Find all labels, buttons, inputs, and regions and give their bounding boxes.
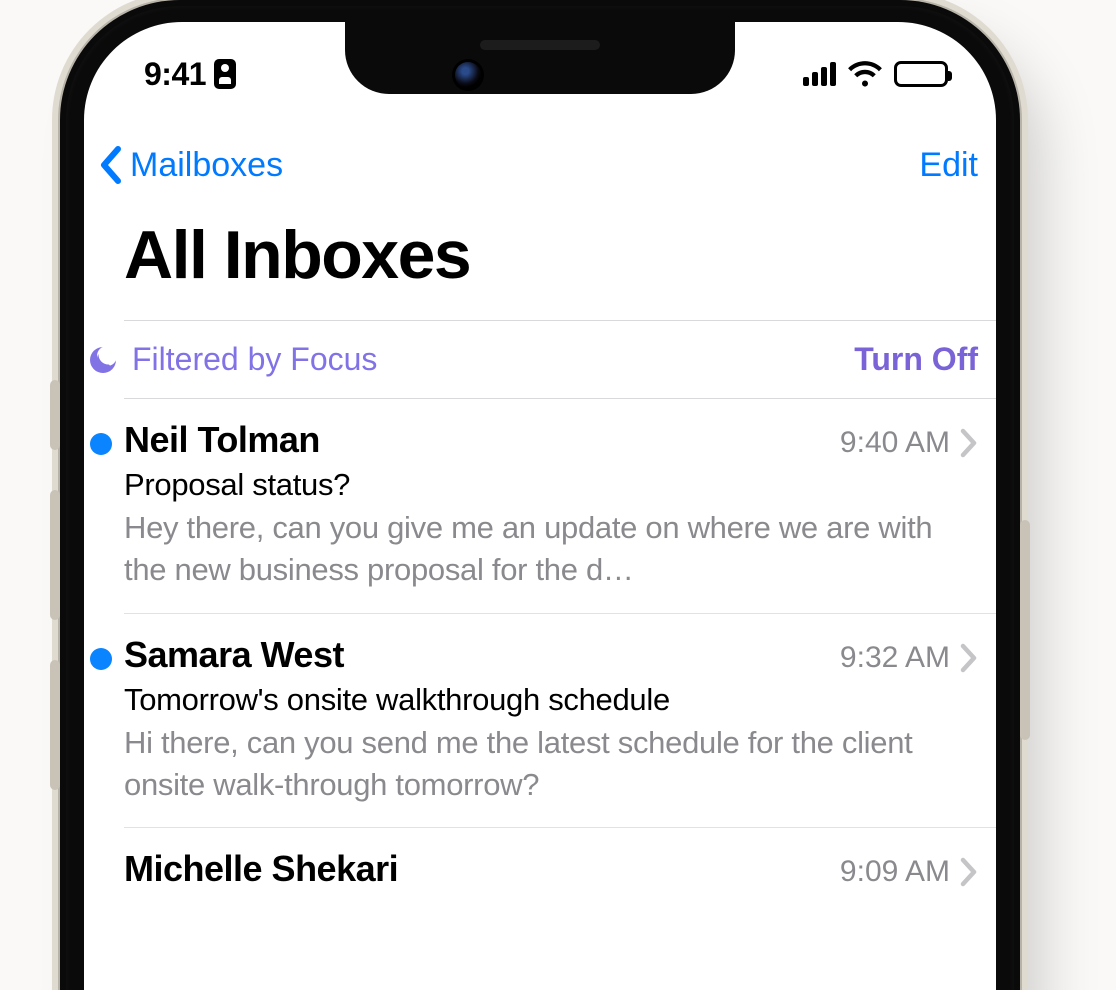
navigation-bar: Mailboxes Edit: [84, 128, 996, 198]
notch: [345, 22, 735, 94]
message-subject: Tomorrow's onsite walkthrough schedule: [124, 682, 978, 718]
message-time: 9:32 AM: [840, 641, 950, 675]
chevron-right-icon: [960, 643, 978, 673]
cellular-signal-icon: [803, 62, 836, 86]
unread-dot-icon: [90, 648, 112, 670]
portrait-lock-icon: [214, 59, 236, 89]
power-button: [1020, 520, 1030, 740]
wifi-icon: [848, 61, 882, 87]
volume-up-button: [50, 490, 60, 620]
unread-dot-icon: [90, 433, 112, 455]
message-preview: Hi there, can you send me the latest sch…: [124, 722, 978, 806]
message-sender: Samara West: [124, 634, 344, 676]
phone-frame: 9:41: [60, 0, 1020, 990]
front-camera: [455, 62, 481, 88]
status-time: 9:41: [144, 56, 206, 93]
chevron-right-icon: [960, 857, 978, 887]
battery-icon: [894, 61, 948, 87]
focus-filter-bar: Filtered by Focus Turn Off: [124, 320, 996, 399]
mail-app: Mailboxes Edit All Inboxes: [84, 128, 996, 990]
edit-button[interactable]: Edit: [919, 146, 978, 185]
focus-filter-label: Filtered by Focus: [132, 341, 377, 378]
message-sender: Michelle Shekari: [124, 848, 398, 890]
message-time: 9:09 AM: [840, 855, 950, 889]
chevron-left-icon: [94, 143, 130, 187]
message-row[interactable]: Neil Tolman 9:40 AM Proposal status? Hey…: [124, 399, 996, 614]
message-row[interactable]: Samara West 9:32 AM Tomorrow's onsite wa…: [124, 614, 996, 829]
moon-icon: [88, 345, 118, 375]
message-time: 9:40 AM: [840, 426, 950, 460]
turn-off-focus-button[interactable]: Turn Off: [854, 341, 978, 378]
message-list[interactable]: Neil Tolman 9:40 AM Proposal status? Hey…: [124, 399, 996, 912]
back-button[interactable]: Mailboxes: [94, 143, 283, 187]
back-label: Mailboxes: [130, 146, 283, 185]
chevron-right-icon: [960, 428, 978, 458]
message-sender: Neil Tolman: [124, 419, 320, 461]
message-preview: Hey there, can you give me an update on …: [124, 507, 978, 591]
page-title: All Inboxes: [84, 198, 996, 320]
message-row[interactable]: Michelle Shekari 9:09 AM: [124, 828, 996, 912]
screen: 9:41: [84, 22, 996, 990]
mute-switch: [50, 380, 60, 450]
earpiece-speaker: [480, 40, 600, 50]
message-subject: Proposal status?: [124, 467, 978, 503]
volume-down-button: [50, 660, 60, 790]
